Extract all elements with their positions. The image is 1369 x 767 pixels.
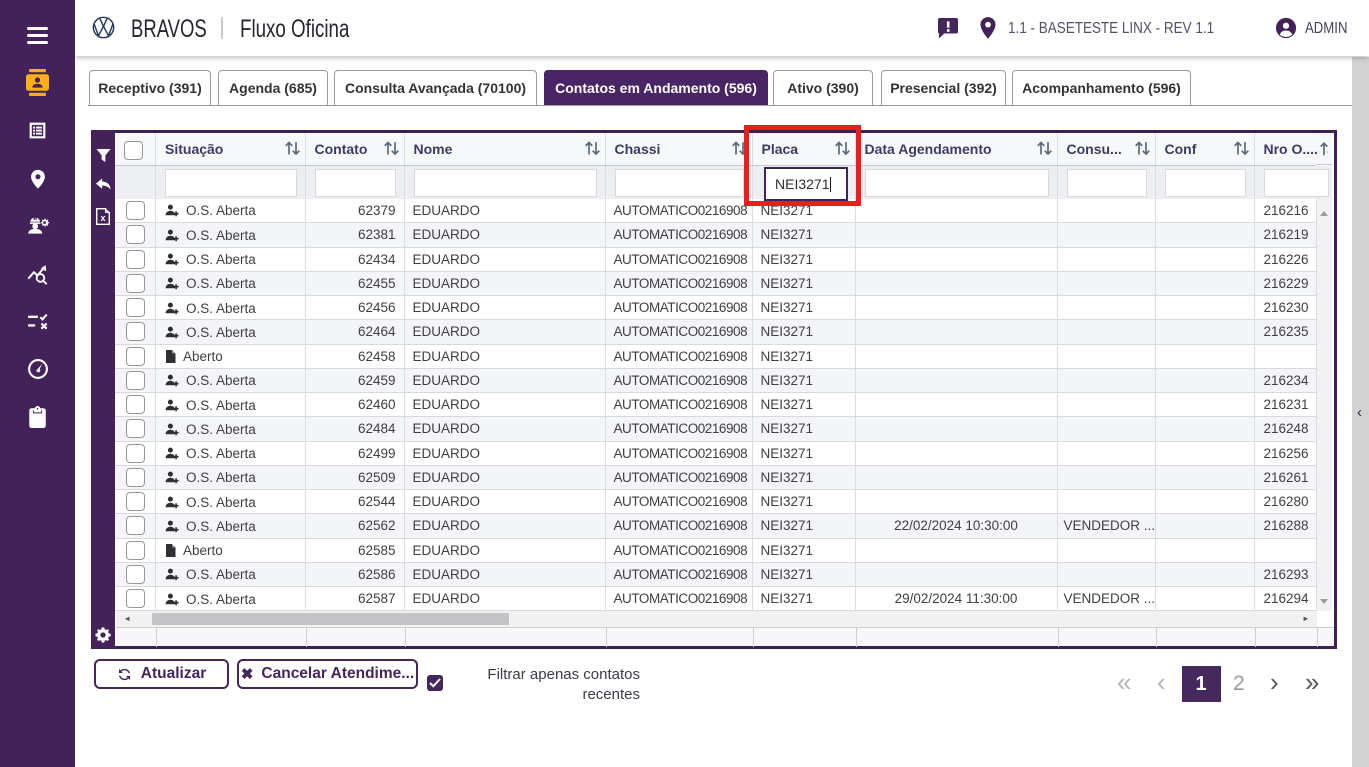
svg-text:x: x xyxy=(100,213,105,223)
